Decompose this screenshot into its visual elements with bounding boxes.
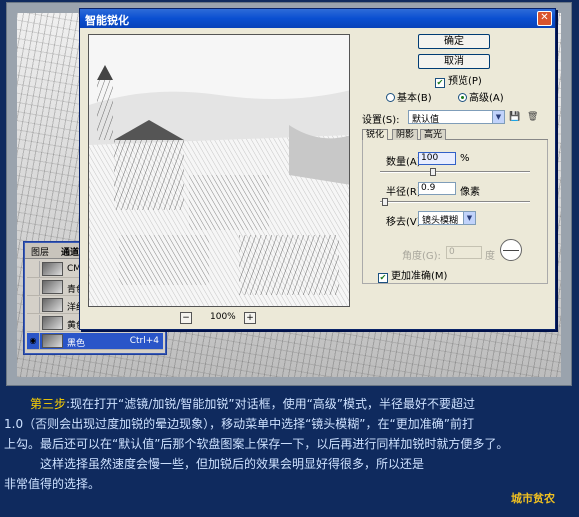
radius-input[interactable]: 0.9 (418, 182, 456, 195)
settings-value: 默认值 (412, 115, 440, 125)
channel-shortcut: Ctrl+4 (129, 336, 159, 346)
checkmark-icon: ✔ (435, 78, 445, 88)
brand-signature: 城市贫农 (511, 492, 555, 505)
caption-line: 这样选择虽然速度会慢一些，但加锐后的效果会明显好得很多，所以还是 (40, 457, 425, 471)
caption-line: 非常值得的选择。 (4, 477, 101, 491)
step-label: 第三步 (30, 397, 67, 411)
eye-icon[interactable] (27, 261, 40, 277)
more-accurate-checkbox[interactable]: ✔ 更加准确(M) (378, 267, 447, 283)
radius-slider-thumb[interactable] (382, 198, 388, 206)
preview-label: 预览(P) (448, 76, 482, 87)
radius-unit: 像素 (460, 187, 480, 198)
angle-dial-icon (500, 239, 522, 261)
remove-select[interactable]: 镜头模糊 ▼ (418, 211, 476, 226)
tab-channels[interactable]: 通道 (61, 245, 79, 258)
smart-sharpen-dialog: 智能锐化 ✕ − 100% + 确定 取消 ✔ 预览(P) 基本(B) 高级(A… (79, 8, 556, 330)
amount-slider-thumb[interactable] (430, 168, 436, 176)
channel-thumbnail (42, 298, 63, 312)
radio-icon (386, 93, 395, 102)
channel-label: 黑色 (67, 339, 86, 349)
eye-icon[interactable] (27, 297, 40, 313)
tab-layers[interactable]: 图层 (31, 245, 49, 258)
radio-selected-icon (458, 93, 467, 102)
mode-basic-radio[interactable]: 基本(B) (386, 89, 432, 104)
eye-icon[interactable] (27, 279, 40, 295)
cancel-button[interactable]: 取消 (418, 54, 490, 69)
caption-line: 上勾。最后还可以在“默认值”后那个软盘图案上保存一下，以后再进行同样加锐时就方便… (4, 437, 509, 451)
trash-icon[interactable]: 🗑 (527, 112, 538, 122)
channel-thumbnail (42, 316, 63, 330)
zoom-level: 100% (210, 312, 236, 322)
caption-line: 1.0（否则会出现过度加锐的晕边现象），移动菜单中选择“镜头模糊”，在“更加准确… (4, 417, 474, 431)
amount-input[interactable]: 100 (418, 152, 456, 165)
channel-row-black[interactable]: ◉ 黑色 Ctrl+4 (27, 333, 163, 350)
tab-sharpen[interactable]: 锐化 (362, 129, 389, 140)
preview-pane[interactable] (88, 34, 350, 307)
chevron-down-icon: ▼ (492, 111, 504, 123)
radius-slider-track[interactable] (380, 201, 530, 203)
channel-thumbnail (42, 262, 63, 276)
preview-image (89, 35, 349, 306)
mode-advanced-radio[interactable]: 高级(A) (458, 89, 504, 104)
sharpen-tabs: 锐化 阴影 高光 (362, 129, 548, 140)
tutorial-caption: 第三步:现在打开“滤镜/加锐/智能加锐”对话框，使用“高级”模式，半径最好不要超… (4, 394, 574, 494)
mode-basic-label: 基本(B) (397, 93, 432, 104)
remove-value: 镜头模糊 (422, 216, 459, 226)
angle-label: 角度(G): (402, 251, 441, 262)
preview-checkbox[interactable]: ✔ 预览(P) (435, 72, 482, 88)
ok-button[interactable]: 确定 (418, 34, 490, 49)
dialog-titlebar[interactable]: 智能锐化 ✕ (80, 9, 555, 28)
tab-shadow[interactable]: 阴影 (392, 129, 419, 140)
amount-unit: % (460, 153, 470, 164)
more-accurate-label: 更加准确(M) (391, 271, 448, 282)
settings-select[interactable]: 默认值 ▼ (408, 110, 505, 125)
close-icon[interactable]: ✕ (537, 11, 552, 26)
caption-line: :现在打开“滤镜/加锐/智能加锐”对话框，使用“高级”模式，半径最好不要超过 (66, 397, 476, 411)
tab-highlight[interactable]: 高光 (420, 129, 447, 140)
eye-icon[interactable] (27, 315, 40, 331)
angle-unit: 度 (485, 251, 495, 262)
dialog-title: 智能锐化 (85, 14, 129, 27)
zoom-out-button[interactable]: − (180, 312, 192, 324)
chevron-down-icon: ▼ (463, 212, 475, 224)
checkmark-icon: ✔ (378, 273, 388, 283)
angle-input: 0 (446, 246, 482, 259)
mode-advanced-label: 高级(A) (469, 93, 504, 104)
settings-label: 设置(S): (362, 115, 400, 126)
eye-icon[interactable]: ◉ (27, 333, 40, 349)
zoom-in-button[interactable]: + (244, 312, 256, 324)
amount-slider-track[interactable] (380, 171, 530, 173)
save-disk-icon[interactable]: 💾 (509, 112, 520, 122)
channel-thumbnail (42, 280, 63, 294)
zoom-controls: − 100% + (180, 312, 260, 326)
channel-thumbnail (42, 334, 63, 348)
